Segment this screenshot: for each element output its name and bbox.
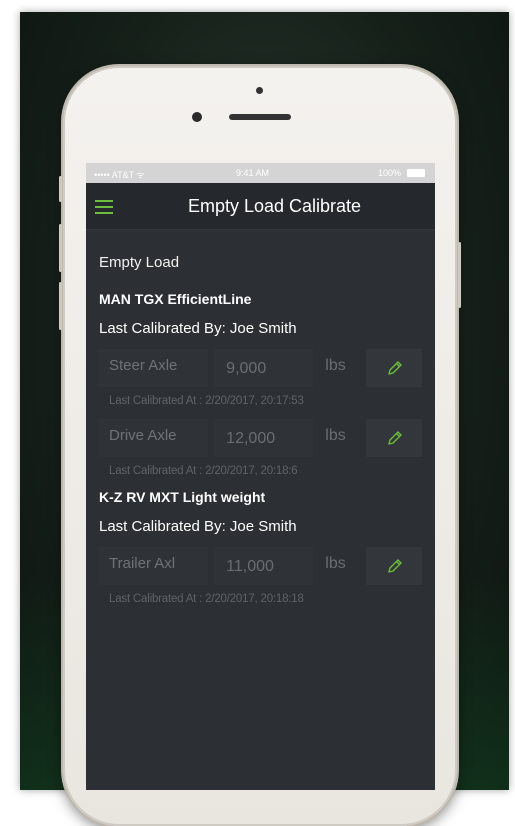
vehicle-name: K-Z RV MXT Light weight — [99, 489, 266, 505]
axle-row-steer: Steer Axle 9,000 lbs — [99, 349, 422, 387]
edit-button[interactable] — [366, 547, 422, 585]
vehicle-card: K-Z RV MXT Light weight Last Calibrated … — [99, 489, 422, 605]
axle-unit: lbs — [325, 357, 346, 374]
axle-row-drive: Drive Axle 12,000 lbs — [99, 419, 422, 457]
battery-icon — [407, 169, 425, 177]
axle-row-trailer: Trailer Axl 11,000 lbs — [99, 547, 422, 585]
axle-unit: lbs — [325, 427, 346, 444]
axle-unit: lbs — [325, 555, 346, 572]
last-calibrated-at: Last Calibrated At : 2/20/2017, 20:18:18 — [109, 593, 304, 605]
phone-screen: ••••• AT&T ᯤ 9:41 AM 100% Empty Load Cal… — [86, 163, 435, 790]
battery-percent: 100% — [377, 168, 401, 178]
app-header: Empty Load Calibrate — [86, 183, 435, 230]
page-title: Empty Load Calibrate — [187, 196, 362, 216]
edit-button[interactable] — [366, 349, 422, 387]
pencil-icon — [388, 431, 403, 445]
proximity-sensor — [256, 87, 263, 94]
calibration-content: Empty Load MAN TGX EfficientLine Last Ca… — [86, 254, 435, 605]
last-calibrated-by: Last Calibrated By: Joe Smith — [99, 320, 297, 337]
edit-button[interactable] — [366, 419, 422, 457]
axle-label: Trailer Axl — [99, 547, 209, 585]
axle-label: Drive Axle — [99, 419, 209, 457]
axle-weight-field[interactable]: 12,000 — [214, 419, 314, 457]
axle-weight-field[interactable]: 9,000 — [214, 349, 314, 387]
carrier-signal: ••••• AT&T ᯤ — [94, 170, 145, 180]
axle-weight-field[interactable]: 11,000 — [214, 547, 314, 585]
front-camera-icon — [192, 112, 202, 122]
section-title: Empty Load — [99, 254, 180, 271]
last-calibrated-at: Last Calibrated At : 2/20/2017, 20:18:6 — [109, 465, 298, 477]
power-button — [458, 242, 461, 308]
volume-down-button — [59, 282, 62, 330]
last-calibrated-by: Last Calibrated By: Joe Smith — [99, 518, 297, 535]
mute-switch — [59, 176, 62, 202]
pencil-icon — [388, 559, 403, 573]
status-bar: ••••• AT&T ᯤ 9:41 AM 100% — [86, 163, 435, 183]
vehicle-name: MAN TGX EfficientLine — [99, 291, 252, 307]
status-time: 9:41 AM — [236, 168, 270, 178]
last-calibrated-at: Last Calibrated At : 2/20/2017, 20:17:53 — [109, 395, 304, 407]
volume-up-button — [59, 224, 62, 272]
earpiece-speaker — [229, 114, 291, 120]
pencil-icon — [388, 361, 403, 375]
axle-label: Steer Axle — [99, 349, 209, 387]
vehicle-card: MAN TGX EfficientLine Last Calibrated By… — [99, 291, 422, 477]
